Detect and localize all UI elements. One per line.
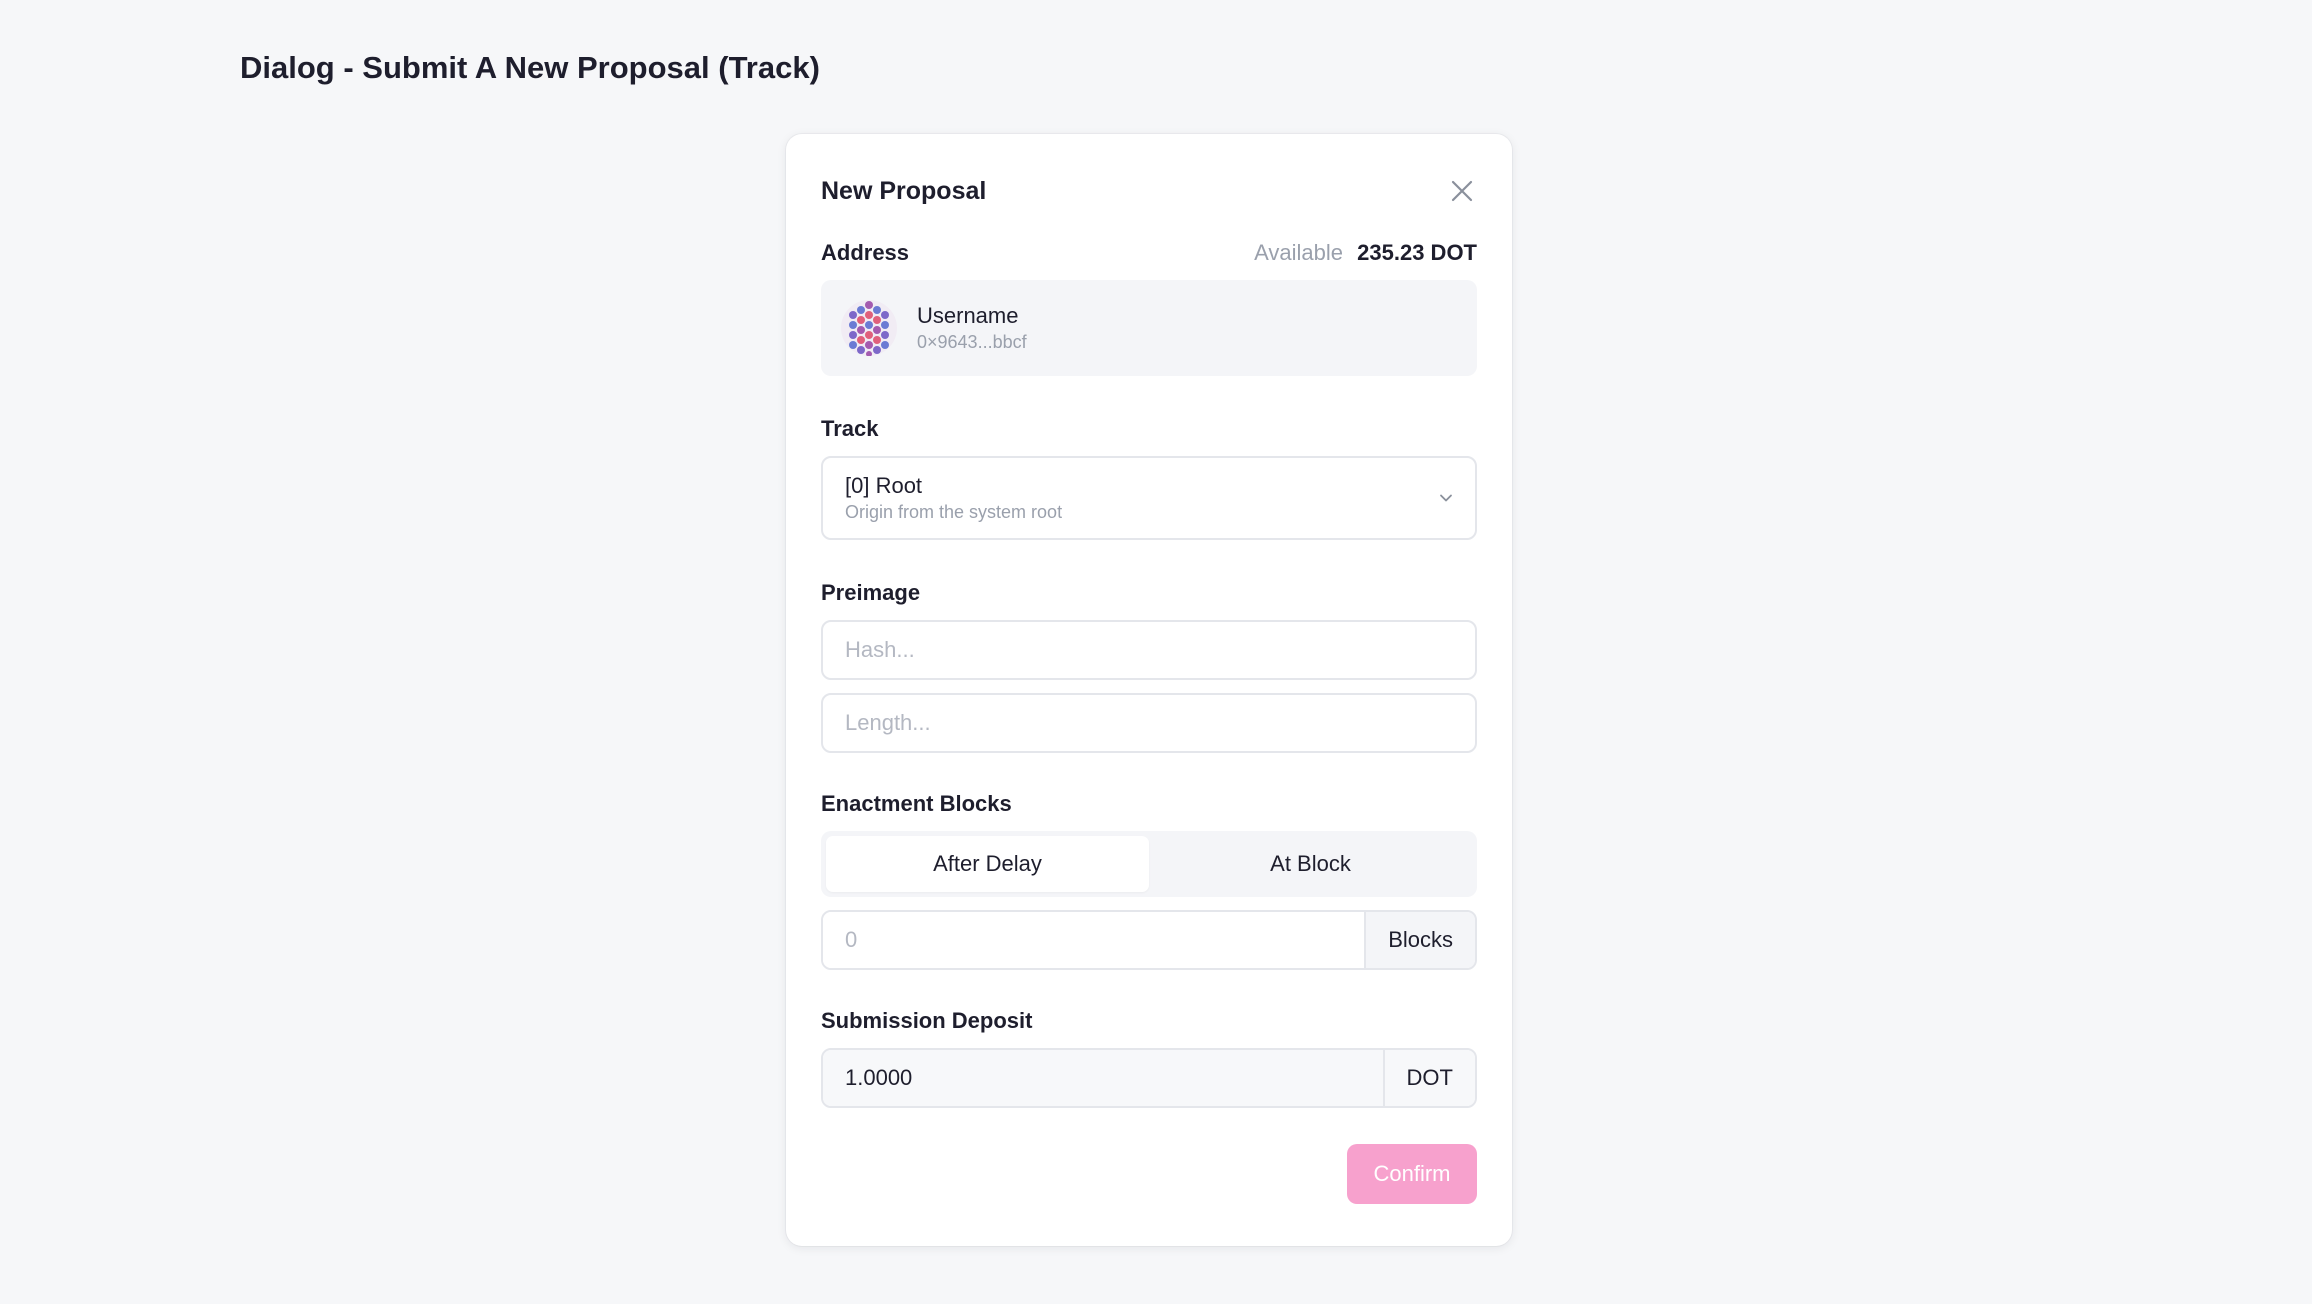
- account-text: Username 0×9643...bbcf: [917, 302, 1027, 354]
- deposit-input[interactable]: [823, 1050, 1383, 1106]
- address-header: Address Available 235.23 DOT: [821, 240, 1477, 266]
- new-proposal-dialog: New Proposal Address Available 235.23 DO…: [786, 134, 1512, 1246]
- after-delay-tab[interactable]: After Delay: [826, 836, 1149, 892]
- available-balance: Available 235.23 DOT: [1254, 240, 1477, 266]
- available-value: 235.23 DOT: [1357, 240, 1477, 265]
- account-address: 0×9643...bbcf: [917, 332, 1027, 352]
- account-display: Username 0×9643...bbcf: [821, 280, 1477, 376]
- track-selected-description: Origin from the system root: [845, 502, 1063, 522]
- identicon-icon: [849, 301, 889, 356]
- confirm-button[interactable]: Confirm: [1347, 1144, 1477, 1204]
- preimage-label: Preimage: [821, 580, 921, 605]
- enactment-toggle: After Delay At Block: [821, 831, 1477, 897]
- blocks-unit: Blocks: [1364, 912, 1475, 968]
- at-block-tab[interactable]: At Block: [1149, 836, 1472, 892]
- dialog-header: New Proposal: [821, 134, 1477, 240]
- deposit-label: Submission Deposit: [821, 1008, 1033, 1033]
- blocks-input-group: Blocks: [821, 910, 1477, 970]
- avatar: [841, 300, 897, 356]
- preimage-hash-input[interactable]: [821, 620, 1477, 680]
- track-selected-title: [0] Root: [845, 473, 923, 498]
- enactment-label: Enactment Blocks: [821, 791, 1012, 816]
- deposit-input-group: DOT: [821, 1048, 1477, 1108]
- dialog-footer: Confirm: [821, 1144, 1477, 1204]
- dialog-title: New Proposal: [821, 176, 987, 205]
- close-icon: [1451, 180, 1473, 202]
- deposit-unit: DOT: [1382, 1050, 1475, 1106]
- available-label: Available: [1254, 240, 1344, 265]
- track-select-text: [0] Root Origin from the system root: [845, 472, 1062, 524]
- address-label: Address: [821, 240, 910, 265]
- chevron-down-icon: [1440, 494, 1452, 502]
- preimage-length-input[interactable]: [821, 693, 1477, 753]
- track-label: Track: [821, 416, 879, 441]
- track-select[interactable]: [0] Root Origin from the system root: [821, 456, 1477, 540]
- page-title: Dialog - Submit A New Proposal (Track): [240, 50, 820, 85]
- account-name: Username: [917, 303, 1019, 328]
- blocks-input[interactable]: [823, 912, 1365, 968]
- close-button[interactable]: [1442, 171, 1482, 211]
